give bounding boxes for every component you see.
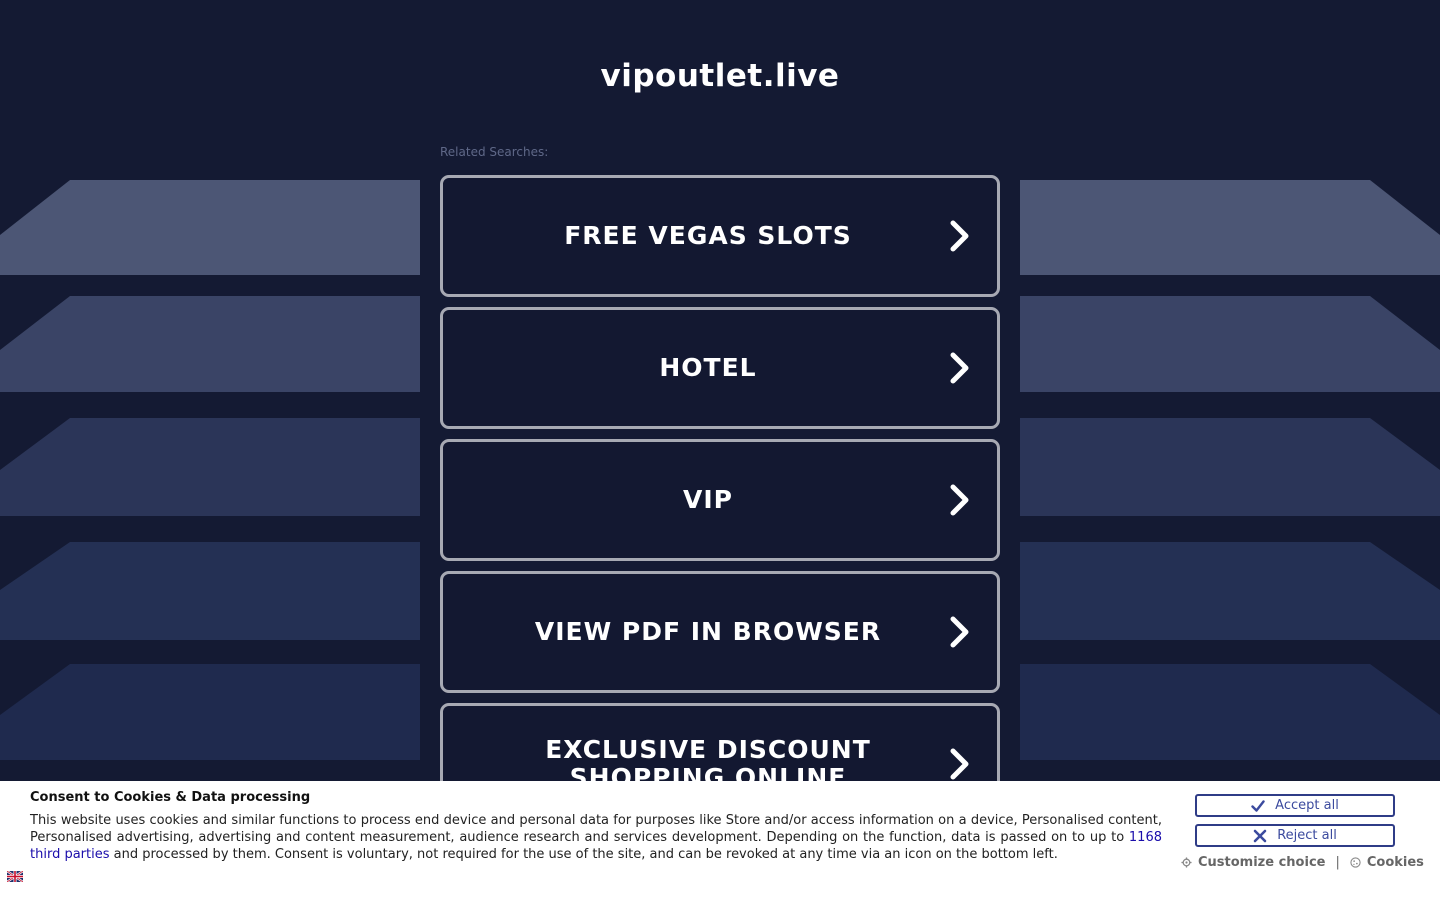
chevron-right-icon [950,616,969,648]
checkmark-icon [1251,799,1265,812]
consent-title: Consent to Cookies & Data processing [30,790,311,805]
chevron-right-icon [950,748,969,780]
footer-separator: | [1335,855,1340,870]
accept-all-label: Accept all [1275,798,1339,813]
related-link-hotel[interactable]: HOTEL [440,307,1000,429]
chevron-right-icon [950,352,969,384]
uk-flag-icon[interactable] [7,871,23,882]
link-label: HOTEL [659,353,757,382]
customize-choice-label: Customize choice [1198,855,1326,870]
reject-all-button[interactable]: Reject all [1195,824,1395,847]
cookies-label: Cookies [1366,855,1424,870]
cookies-link[interactable]: Cookies [1350,855,1424,870]
gear-icon [1181,857,1192,868]
cookie-icon [1350,857,1361,868]
related-link-vip[interactable]: VIP [440,439,1000,561]
chevron-right-icon [950,220,969,252]
cookie-consent-banner: Consent to Cookies & Data processing Thi… [0,781,1440,900]
consent-description: This website uses cookies and similar fu… [30,812,1162,863]
consent-footer-links: Customize choice | Cookies [1181,855,1424,870]
close-icon [1253,829,1267,842]
related-links-list: FREE VEGAS SLOTS HOTEL VIP VIEW PDF IN B… [440,175,1000,835]
consent-text-after: and processed by them. Consent is volunt… [109,847,1058,862]
related-link-free-vegas-slots[interactable]: FREE VEGAS SLOTS [440,175,1000,297]
accept-all-button[interactable]: Accept all [1195,794,1395,817]
related-link-view-pdf-in-browser[interactable]: VIEW PDF IN BROWSER [440,571,1000,693]
related-searches-label: Related Searches: [440,145,549,159]
link-label: FREE VEGAS SLOTS [564,221,852,250]
link-label: VIEW PDF IN BROWSER [534,617,882,646]
link-label: VIP [683,485,733,514]
domain-title: vipoutlet.live [600,58,840,94]
reject-all-label: Reject all [1277,828,1337,843]
consent-text-before: This website uses cookies and similar fu… [30,813,1162,845]
chevron-right-icon [950,484,969,516]
customize-choice-link[interactable]: Customize choice [1181,855,1325,870]
